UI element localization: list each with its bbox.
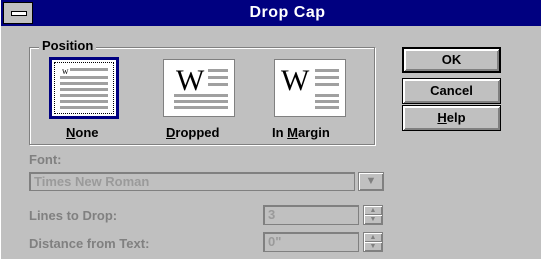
text-line	[60, 88, 108, 91]
text-line	[174, 106, 228, 109]
text-line	[208, 69, 228, 72]
title-bar: Drop Cap	[1, 0, 541, 26]
margin-cap-w-glyph: W	[281, 64, 310, 97]
system-menu-icon	[11, 11, 27, 16]
text-line	[208, 83, 228, 86]
small-w-glyph: w	[62, 66, 69, 76]
font-label: Font:	[29, 152, 62, 167]
in-margin-option-label[interactable]: In Margin	[272, 125, 330, 140]
text-line	[60, 82, 108, 85]
text-line	[174, 100, 228, 103]
drop-cap-dialog: Drop Cap Position w None W Dropped W In	[0, 0, 541, 259]
none-option-picture[interactable]: w	[49, 57, 119, 119]
text-line	[315, 94, 339, 97]
text-line	[315, 106, 339, 109]
spin-up-icon[interactable]: ▲	[364, 233, 382, 242]
drop-cap-w-glyph: W	[176, 64, 205, 97]
text-line	[174, 94, 228, 97]
text-line	[315, 69, 339, 72]
window-title: Drop Cap	[249, 4, 326, 21]
lines-to-drop-label: Lines to Drop:	[29, 208, 118, 223]
lines-to-drop-field[interactable]: 3	[263, 205, 359, 225]
spin-down-icon[interactable]: ▼	[364, 242, 382, 251]
dropped-option-label[interactable]: Dropped	[166, 125, 219, 140]
distance-from-text-spinner[interactable]: ▲ ▼	[363, 232, 383, 252]
text-line	[60, 94, 108, 97]
text-line	[60, 76, 108, 79]
spin-up-icon[interactable]: ▲	[364, 206, 382, 215]
none-option-label[interactable]: None	[66, 125, 99, 140]
dropdown-arrow-icon: ▼	[365, 175, 377, 187]
text-line	[60, 100, 108, 103]
text-line	[315, 83, 339, 86]
cancel-button[interactable]: Cancel	[402, 78, 501, 104]
text-line	[208, 76, 228, 79]
system-menu-button[interactable]	[3, 2, 33, 24]
dropped-option-picture[interactable]: W	[163, 59, 235, 117]
text-line	[60, 106, 108, 109]
lines-to-drop-spinner[interactable]: ▲ ▼	[363, 205, 383, 225]
font-dropdown-button[interactable]: ▼	[358, 172, 384, 191]
ok-button[interactable]: OK	[402, 47, 501, 73]
distance-from-text-field[interactable]: 0"	[263, 232, 359, 252]
text-line	[315, 100, 339, 103]
position-group-label: Position	[39, 38, 97, 54]
spin-down-icon[interactable]: ▼	[364, 215, 382, 224]
distance-from-text-label: Distance from Text:	[29, 236, 150, 251]
in-margin-option-picture[interactable]: W	[274, 59, 346, 117]
text-line	[315, 76, 339, 79]
font-combo[interactable]: Times New Roman	[29, 172, 355, 191]
text-line	[70, 68, 108, 71]
help-button[interactable]: Help	[402, 105, 501, 131]
